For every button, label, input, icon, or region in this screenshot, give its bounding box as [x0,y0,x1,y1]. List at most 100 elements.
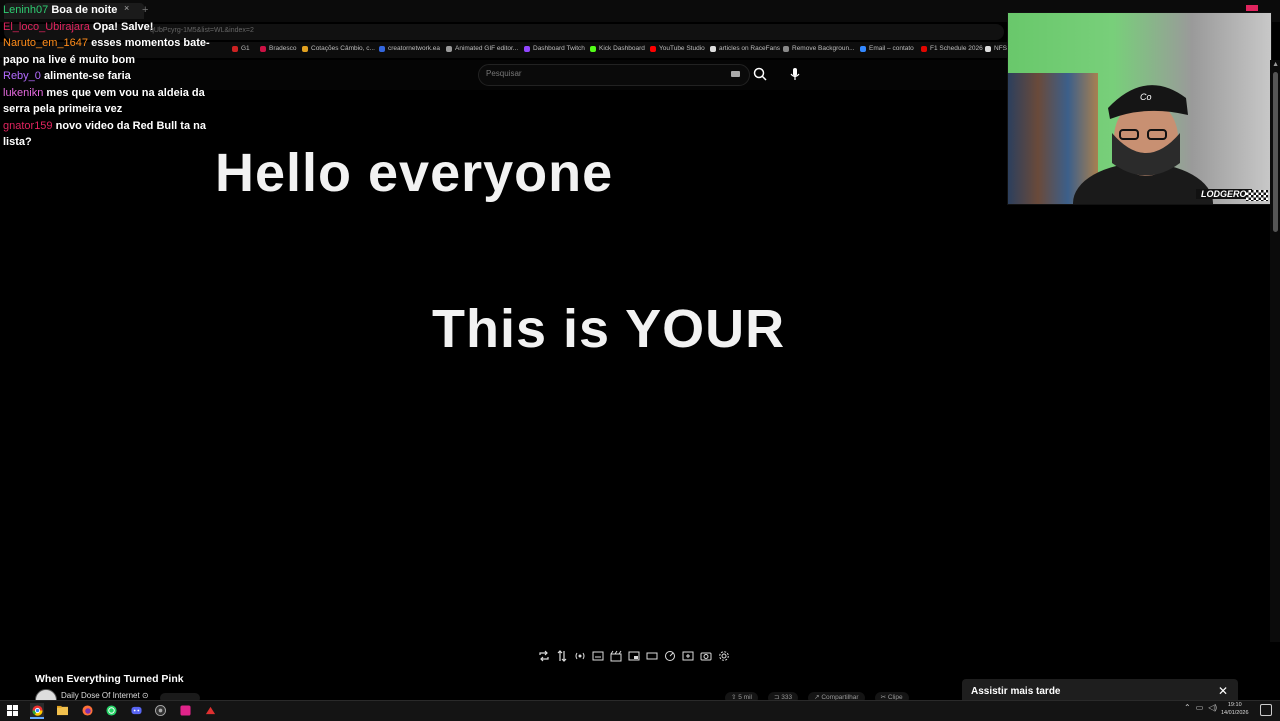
video-caption-line-1: Hello everyone [215,143,614,203]
chat-message: Reby_0 alimente-se faria [3,68,221,85]
keyboard-icon[interactable] [731,71,740,77]
bookmark-label: Bradesco [269,45,297,52]
volume-icon[interactable]: ◁) [1208,703,1217,712]
bookmark-label: Cotações Câmbio, c... [311,45,375,52]
close-window-icon[interactable] [1246,5,1258,11]
bookmark-favicon-icon [650,45,656,52]
app-red-icon[interactable] [203,703,217,717]
settings-gear-icon[interactable] [716,648,732,664]
search-placeholder: Pesquisar [486,69,522,78]
network-icon[interactable]: ▭ [1196,703,1204,712]
bookmark-item[interactable]: Cotações Câmbio, c... [302,45,375,52]
bookmark-favicon-icon [379,45,385,52]
bookmark-item[interactable]: Email – contato [860,45,914,52]
bookmark-favicon-icon [524,45,530,52]
obs-icon[interactable] [153,703,167,717]
search-icon[interactable] [752,66,770,82]
stream-chat-overlay: Leninh07 Boa de noite El_loco_Ubirajara O… [3,2,221,151]
bookmark-item[interactable]: articles on RaceFans [710,45,780,52]
bookmark-favicon-icon [860,45,866,52]
chat-username: lukenikn [3,86,44,99]
bookmark-favicon-icon [232,45,238,52]
streamer-figure: Co [1073,85,1213,204]
bookmark-item[interactable]: Bradesco [260,45,296,52]
chat-message: gnator159 novo video da Red Bull ta na l… [3,118,221,151]
video-title: When Everything Turned Pink [35,673,184,685]
miniplayer-icon[interactable] [626,648,642,664]
chat-username: gnator159 [3,119,53,132]
webcam-logo: LODGERO [1196,189,1252,199]
bookmark-item[interactable]: Kick Dashboard [590,45,645,52]
player-controls [536,648,740,664]
bookmark-favicon-icon [260,45,266,52]
bookmark-label: articles on RaceFans [719,45,781,52]
stable-volume-icon[interactable] [572,648,588,664]
bookmark-item[interactable]: YouTube Studio [650,45,705,52]
theater-mode-icon[interactable] [644,648,660,664]
subtitles-icon[interactable] [590,648,606,664]
bookmark-favicon-icon [302,45,308,52]
bookmark-favicon-icon [985,45,991,52]
chat-text: alimente-se faria [43,70,131,82]
system-clock[interactable]: 19:10 14/01/2026 [1221,701,1249,717]
clock-time: 19:10 [1227,702,1242,708]
video-caption-line-2: This is YOUR [432,299,786,359]
clock-date: 14/01/2026 [1221,710,1249,716]
bookmark-item[interactable]: G1 [232,45,250,52]
chat-message: lukenikn mes que vem vou na aldeia da se… [3,85,221,118]
chat-message: Naruto_em_1647 esses momentos bate-papo … [3,35,221,68]
sort-icon[interactable] [554,648,570,664]
chat-username: El_loco_Ubirajara [3,20,90,33]
notifications-icon[interactable] [1260,704,1272,716]
svg-text:Co: Co [1140,92,1152,102]
chat-username: Naruto_em_1647 [3,37,89,49]
checkered-flag-icon [1246,190,1268,201]
bookmark-label: YouTube Studio [659,45,705,52]
chat-message: El_loco_Ubirajara Opa! Salve! [3,19,221,36]
bookmark-favicon-icon [590,45,596,52]
firefox-icon[interactable] [80,703,94,717]
bookmark-item[interactable]: Remove Backgroun... [783,45,855,52]
scrollbar-thumb[interactable] [1273,72,1278,232]
chat-username: Reby_0 [3,70,41,82]
bookmark-favicon-icon [446,45,452,52]
app-pink-icon[interactable] [178,703,192,717]
bookmark-label: Remove Backgroun... [792,45,855,52]
bookmark-label: Animated GIF editor... [455,45,519,52]
bookmark-label: creatornetwork.ea [388,45,441,52]
loop-icon[interactable] [536,648,552,664]
bookmark-item[interactable]: F1 Schedule 2026 [921,45,983,52]
toast-message: Assistir mais tarde [971,686,1061,697]
scroll-up-icon[interactable]: ▲ [1272,61,1279,68]
file-explorer-icon[interactable] [55,703,69,717]
bookmark-favicon-icon [783,45,789,52]
windows-icon[interactable] [5,703,19,717]
screenshot-icon[interactable] [698,648,714,664]
chat-message: Leninh07 Boa de noite [3,2,221,19]
speedometer-icon[interactable] [662,648,678,664]
bookmark-item[interactable]: Dashboard Twitch [524,45,585,52]
bookmark-item[interactable]: NFS [985,45,1007,52]
channel-name[interactable]: Daily Dose Of Internet ⊙ [61,691,149,700]
bookmark-favicon-icon [710,45,716,52]
windows-taskbar [0,700,1280,721]
discord-icon[interactable] [129,703,143,717]
bookmark-label: NFS [994,45,1007,52]
bookmark-item[interactable]: Animated GIF editor... [446,45,518,52]
bookmark-label: Email – contato [869,45,914,52]
screen-expand-icon[interactable] [680,648,696,664]
chevron-up-icon[interactable]: ⌃ [1184,703,1191,712]
bookmark-favicon-icon [921,45,927,52]
bookmark-label: Kick Dashboard [599,45,645,52]
chat-username: Leninh07 [3,4,49,16]
clapperboard-icon[interactable] [608,648,624,664]
close-icon[interactable]: ✕ [1218,684,1228,698]
bookmark-label: Dashboard Twitch [533,45,585,52]
microphone-icon[interactable] [787,66,803,82]
bookmark-item[interactable]: creatornetwork.ea [379,45,440,52]
chat-text: Boa de noite [51,4,118,16]
whatsapp-icon[interactable] [104,703,118,717]
chrome-icon[interactable] [30,703,44,719]
chat-text: Opa! Salve! [92,20,154,33]
bookmark-label: G1 [241,45,250,52]
